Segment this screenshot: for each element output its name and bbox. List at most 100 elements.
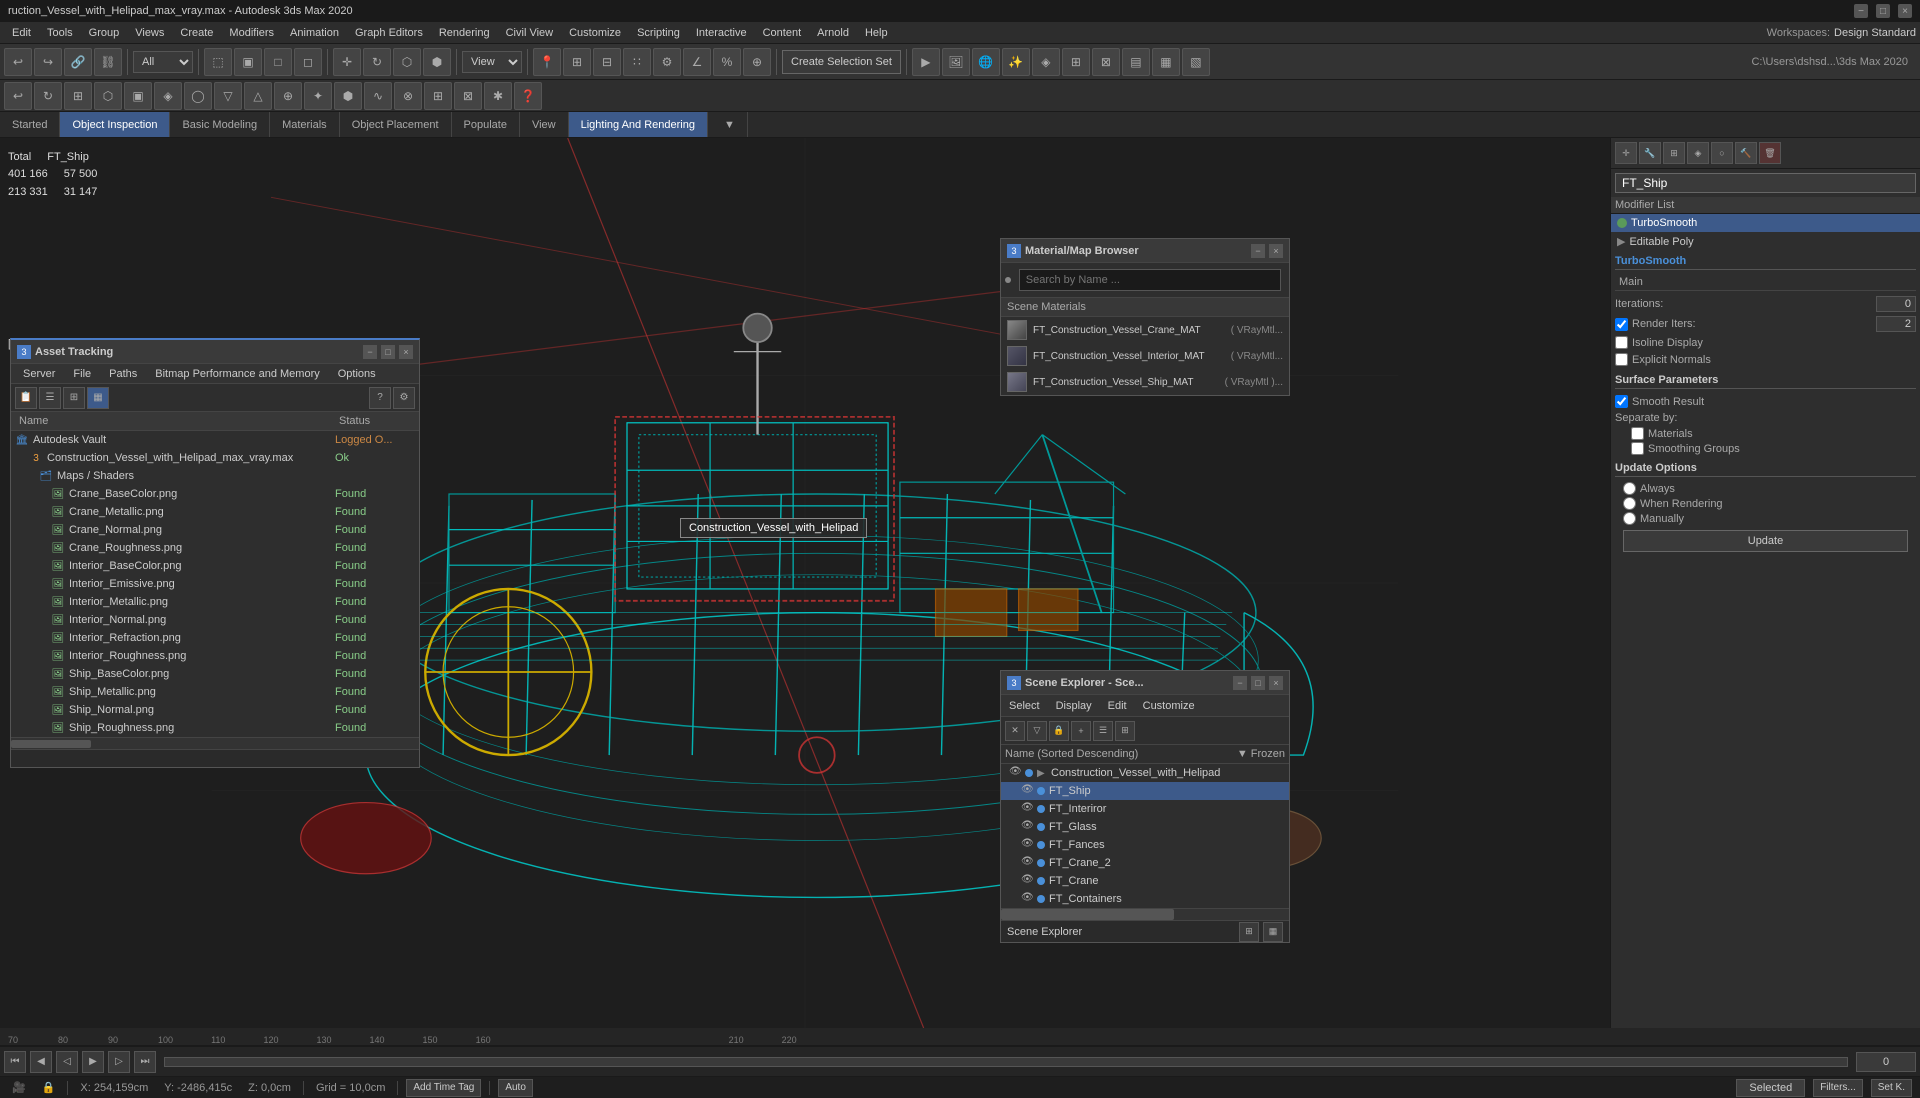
eye-icon[interactable]: 👁 [1021,802,1035,816]
filters-button[interactable]: Filters... [1813,1079,1863,1097]
scene-tb-filter[interactable]: ▽ [1027,721,1047,741]
tb2-btn-8[interactable]: ▽ [214,82,242,110]
list-item[interactable]: 🗂 Maps / Shaders [11,467,419,485]
materials-checkbox[interactable] [1631,427,1644,440]
tb2-btn-15[interactable]: ⊞ [424,82,452,110]
tb2-btn-3[interactable]: ⊞ [64,82,92,110]
list-item[interactable]: FT_Construction_Vessel_Interior_MAT ( VR… [1001,343,1289,369]
tb2-btn-14[interactable]: ⊗ [394,82,422,110]
asset-tb-btn-2[interactable]: ☰ [39,387,61,409]
select-rect-button[interactable]: □ [264,48,292,76]
scene-menu-edit[interactable]: Edit [1104,698,1131,714]
view-dropdown[interactable]: View [462,51,522,73]
list-item[interactable]: 3 Construction_Vessel_with_Helipad_max_v… [11,449,419,467]
asset-tb-btn-4[interactable]: ▦ [87,387,109,409]
render-frame[interactable]: ▶ [912,48,940,76]
clone-button[interactable]: ⚙ [653,48,681,76]
move-button[interactable]: ✛ [333,48,361,76]
render-5[interactable]: ▧ [1182,48,1210,76]
list-item[interactable]: 🖼 Interior_BaseColor.png Found [11,557,419,575]
scene-tb-add[interactable]: + [1071,721,1091,741]
asset-menu-bitmap[interactable]: Bitmap Performance and Memory [147,366,327,382]
list-item[interactable]: 🖼 Crane_Normal.png Found [11,521,419,539]
modifier-modify-icon[interactable]: 🔧 [1639,142,1661,164]
menu-group[interactable]: Group [81,25,128,41]
list-item[interactable]: 🖼 Crane_BaseColor.png Found [11,485,419,503]
scene-minimize-button[interactable]: − [1233,676,1247,690]
tb2-btn-5[interactable]: ▣ [124,82,152,110]
tb2-btn-13[interactable]: ∿ [364,82,392,110]
eye-icon[interactable]: 👁 [1009,766,1023,780]
layer-dropdown[interactable]: All [133,51,193,73]
asset-minimize-button[interactable]: − [363,345,377,359]
modifier-utilities-icon[interactable]: 🔨 [1735,142,1757,164]
list-item[interactable]: 🖼 Ship_BaseColor.png Found [11,665,419,683]
timeline-next-button[interactable]: ▷ [108,1051,130,1073]
menu-help[interactable]: Help [857,25,896,41]
select-region-button[interactable]: ▣ [234,48,262,76]
menu-customize[interactable]: Customize [561,25,629,41]
snap-toggle[interactable]: 📍 [533,48,561,76]
modifier-motion-icon[interactable]: ◈ [1687,142,1709,164]
list-item[interactable]: 🖼 Ship_Metallic.png Found [11,683,419,701]
create-selection-button[interactable]: Create Selection Set [782,50,901,74]
select-button[interactable]: ⬚ [204,48,232,76]
tb2-btn-7[interactable]: ◯ [184,82,212,110]
modifier-hierarchy-icon[interactable]: ⊞ [1663,142,1685,164]
list-item[interactable]: 🖼 Interior_Emissive.png Found [11,575,419,593]
render-setup[interactable]: 🖼 [942,48,970,76]
object-name-input[interactable] [1615,173,1916,193]
modifier-entry-editable-poly[interactable]: ▶ Editable Poly [1611,232,1920,251]
iterations-value[interactable]: 0 [1876,296,1916,312]
set-k-button[interactable]: Set K. [1871,1079,1912,1097]
menu-tools[interactable]: Tools [39,25,81,41]
scene-tb-clear[interactable]: ✕ [1005,721,1025,741]
tab-lighting-rendering[interactable]: Lighting And Rendering [569,112,708,137]
menu-rendering[interactable]: Rendering [431,25,498,41]
asset-menu-server[interactable]: Server [15,366,63,382]
tab-object-placement[interactable]: Object Placement [340,112,452,137]
maximize-button[interactable]: □ [1876,4,1890,18]
menu-civil-view[interactable]: Civil View [498,25,561,41]
redo-button[interactable]: ↪ [34,48,62,76]
list-item[interactable]: 👁 FT_Glass [1001,818,1289,836]
asset-tb-btn-1[interactable]: 📋 [15,387,37,409]
menu-animation[interactable]: Animation [282,25,347,41]
auto-button[interactable]: Auto [498,1079,533,1097]
list-item[interactable]: 👁 FT_Crane_2 [1001,854,1289,872]
menu-scripting[interactable]: Scripting [629,25,688,41]
eye-icon[interactable]: 👁 [1021,838,1035,852]
array-button[interactable]: ∷ [623,48,651,76]
asset-tb-help[interactable]: ? [369,387,391,409]
tab-materials[interactable]: Materials [270,112,340,137]
list-item[interactable]: FT_Construction_Vessel_Ship_MAT ( VRayMt… [1001,369,1289,395]
placement-button[interactable]: ⬢ [423,48,451,76]
asset-tb-btn-3[interactable]: ⊞ [63,387,85,409]
tb2-btn-17[interactable]: ✱ [484,82,512,110]
smoothing-groups-checkbox[interactable] [1631,442,1644,455]
menu-modifiers[interactable]: Modifiers [221,25,282,41]
render-iters-checkbox[interactable] [1615,318,1628,331]
asset-menu-paths[interactable]: Paths [101,366,145,382]
list-item[interactable]: 🖼 Interior_Normal.png Found [11,611,419,629]
render-history[interactable]: ⊞ [1062,48,1090,76]
undo-button[interactable]: ↩ [4,48,32,76]
menu-views[interactable]: Views [127,25,172,41]
timeline-prev-button[interactable]: ◀ [30,1051,52,1073]
select-link-button[interactable]: 🔗 [64,48,92,76]
list-item[interactable]: FT_Construction_Vessel_Crane_MAT ( VRayM… [1001,317,1289,343]
unlink-button[interactable]: ⛓ [94,48,122,76]
modifier-create-icon[interactable]: ✛ [1615,142,1637,164]
eye-icon[interactable]: 👁 [1021,784,1035,798]
scale-button[interactable]: ⬡ [393,48,421,76]
explicit-normals-checkbox[interactable] [1615,353,1628,366]
smooth-result-checkbox[interactable] [1615,395,1628,408]
timeline-play-button[interactable]: ▶ [82,1051,104,1073]
tb2-btn-10[interactable]: ⊕ [274,82,302,110]
eye-icon[interactable]: 👁 [1021,892,1035,906]
tab-basic-modeling[interactable]: Basic Modeling [170,112,270,137]
scene-expand-icon[interactable]: ▶ [1037,768,1049,779]
tab-object-inspection[interactable]: Object Inspection [60,112,170,137]
tab-started[interactable]: Started [0,112,60,137]
spinner-snap[interactable]: ⊕ [743,48,771,76]
